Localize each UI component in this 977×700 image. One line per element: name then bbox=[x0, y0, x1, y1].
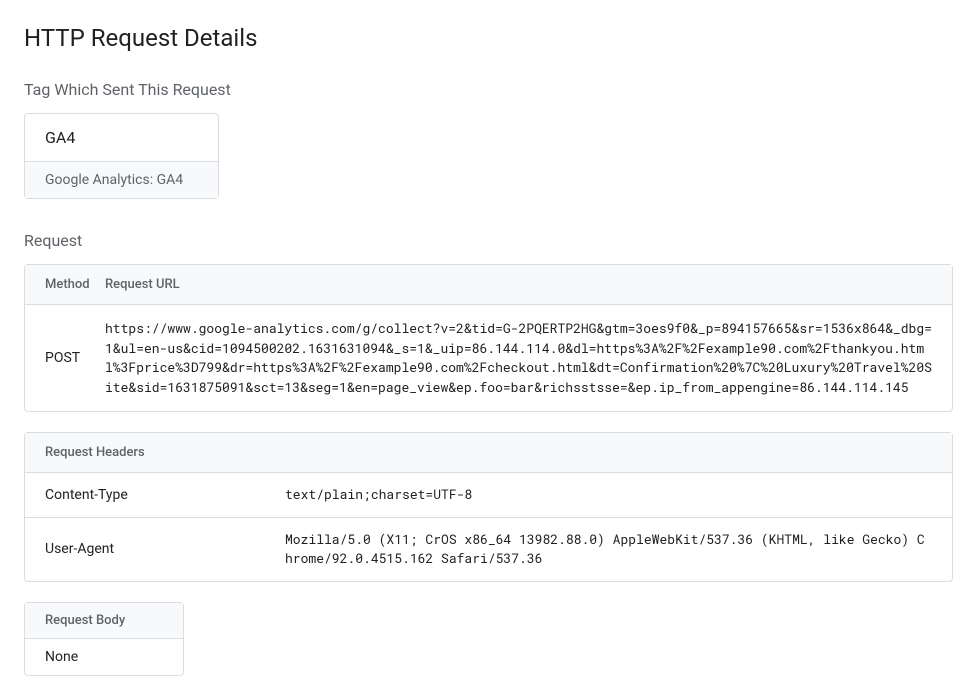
request-headers-table: Request Headers Content-Type text/plain;… bbox=[24, 432, 953, 582]
request-body-card: Request Body None bbox=[24, 602, 184, 676]
header-value: text/plain;charset=UTF-8 bbox=[285, 485, 932, 505]
request-body-value: None bbox=[25, 639, 183, 675]
request-headers-title: Request Headers bbox=[25, 433, 952, 473]
method-header: Method bbox=[45, 277, 105, 292]
request-method: POST bbox=[45, 319, 105, 397]
request-section-heading: Request bbox=[24, 231, 953, 250]
request-url: https://www.google-analytics.com/g/colle… bbox=[105, 319, 932, 397]
header-key: User-Agent bbox=[45, 530, 285, 569]
request-row: POST https://www.google-analytics.com/g/… bbox=[25, 305, 952, 411]
header-value: Mozilla/5.0 (X11; CrOS x86_64 13982.88.0… bbox=[285, 530, 932, 569]
url-header: Request URL bbox=[105, 277, 932, 292]
tag-card-title: GA4 bbox=[25, 114, 218, 161]
request-section: Request Method Request URL POST https://… bbox=[24, 231, 953, 676]
header-key: Content-Type bbox=[45, 485, 285, 505]
request-table-header: Method Request URL bbox=[25, 265, 952, 305]
tag-section-heading: Tag Which Sent This Request bbox=[24, 80, 953, 99]
tag-card[interactable]: GA4 Google Analytics: GA4 bbox=[24, 113, 219, 199]
tag-card-subtitle: Google Analytics: GA4 bbox=[25, 161, 218, 198]
header-row: Content-Type text/plain;charset=UTF-8 bbox=[25, 473, 952, 517]
tag-section: Tag Which Sent This Request GA4 Google A… bbox=[24, 80, 953, 231]
request-table: Method Request URL POST https://www.goog… bbox=[24, 264, 953, 412]
request-body-title: Request Body bbox=[25, 603, 183, 639]
header-row: User-Agent Mozilla/5.0 (X11; CrOS x86_64… bbox=[25, 517, 952, 581]
page-title: HTTP Request Details bbox=[24, 24, 953, 52]
